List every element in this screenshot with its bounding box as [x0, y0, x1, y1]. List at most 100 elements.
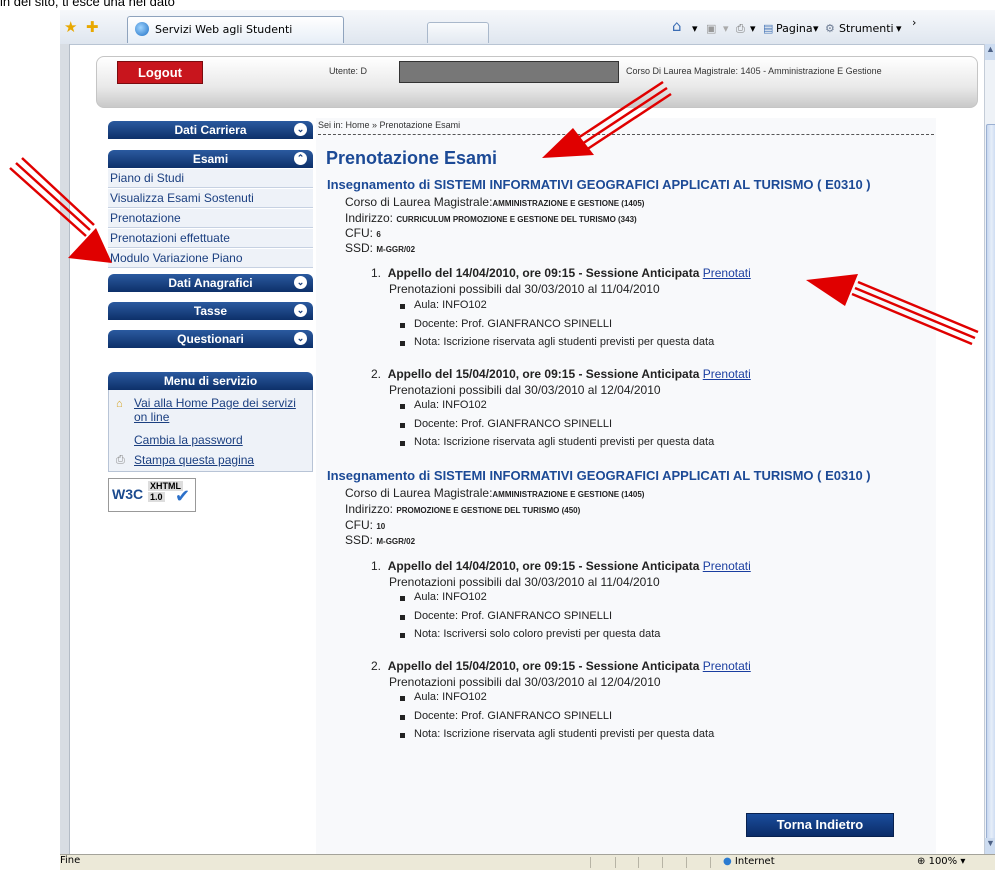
appello-item: 2. Appello del 15/04/2010, ore 09:15 - S…	[371, 367, 751, 381]
value: 10	[376, 522, 386, 531]
menu-dati-anagrafici[interactable]: Dati Anagrafici ⌄	[108, 274, 313, 292]
security-zone: ● Internet	[723, 856, 775, 867]
label: CFU:	[345, 226, 373, 240]
dropdown-icon[interactable]: ▾	[896, 22, 902, 35]
label: Corso di Laurea Magistrale:	[345, 486, 493, 500]
book-exam-link[interactable]: Prenotati	[703, 659, 751, 673]
teacher: Docente: Prof. GIANFRANCO SPINELLI	[399, 710, 613, 722]
scroll-up-icon[interactable]: ▲	[985, 44, 995, 60]
globe-icon: ●	[723, 856, 732, 867]
appello-session: - Sessione Anticipata	[575, 659, 700, 673]
menu-esami[interactable]: Esami ⌃	[108, 150, 313, 168]
logout-button[interactable]: Logout	[117, 61, 203, 84]
menu-tasse[interactable]: Tasse ⌄	[108, 302, 313, 320]
appello-item: 1. Appello del 14/04/2010, ore 09:15 - S…	[371, 266, 751, 280]
home-icon[interactable]: ⌂	[672, 17, 682, 35]
divider	[590, 857, 591, 868]
course-cfu: CFU: 10	[345, 518, 385, 532]
room: Aula: INFO102	[400, 691, 487, 703]
value: AMMINISTRAZIONE E GESTIONE (1405)	[492, 199, 645, 208]
menu-dati-carriera[interactable]: Dati Carriera ⌄	[108, 121, 313, 139]
chevron-right-icon[interactable]: ›	[912, 16, 916, 29]
change-password-link[interactable]: Cambia la password	[134, 433, 243, 447]
sidebar-item-prenotazioni-effettuate[interactable]: Prenotazioni effettuate	[108, 229, 313, 248]
value: CURRICULUM PROMOZIONE E GESTIONE DEL TUR…	[396, 215, 637, 224]
item-number: 2.	[371, 659, 382, 673]
status-bar: Fine ● Internet ⊕ 100% ▾	[60, 854, 995, 870]
favorites-star-icon[interactable]: ★	[64, 18, 77, 36]
book-exam-link[interactable]: Prenotati	[703, 367, 751, 381]
back-button[interactable]: Torna Indietro	[746, 813, 894, 837]
dropdown-icon[interactable]: ▾	[750, 22, 756, 35]
appello-session: - Sessione Anticipata	[575, 367, 700, 381]
booking-window: Prenotazioni possibili dal 30/03/2010 al…	[389, 675, 661, 689]
label: SSD:	[345, 533, 374, 547]
print-icon: ⎙	[116, 454, 125, 466]
value: M-GGR/02	[376, 245, 416, 254]
page-icon[interactable]: ▤	[763, 22, 773, 35]
user-label: Utente: D	[329, 66, 368, 76]
item-number: 1.	[371, 266, 382, 280]
booking-window: Prenotazioni possibili dal 30/03/2010 al…	[389, 282, 660, 296]
ie-page-icon	[135, 22, 149, 36]
book-exam-link[interactable]: Prenotati	[703, 266, 751, 280]
booking-window: Prenotazioni possibili dal 30/03/2010 al…	[389, 383, 661, 397]
left-frame	[60, 44, 70, 854]
divider	[318, 134, 934, 135]
arrow-left	[9, 157, 95, 237]
menu-label: Dati Anagrafici	[168, 276, 253, 290]
home-services-link-cont[interactable]: on line	[134, 410, 169, 424]
browser-tab[interactable]: Servizi Web agli Studenti	[127, 16, 344, 43]
sidebar-item-modulo-variazione[interactable]: Modulo Variazione Piano	[108, 249, 313, 268]
scroll-thumb[interactable]	[986, 124, 995, 846]
appello-item: 2. Appello del 15/04/2010, ore 09:15 - S…	[371, 659, 751, 673]
print-page-link[interactable]: Stampa questa pagina	[134, 453, 254, 467]
item-number: 1.	[371, 559, 382, 573]
book-exam-link[interactable]: Prenotati	[703, 559, 751, 573]
course-ssd: SSD: M-GGR/02	[345, 241, 415, 255]
top-strip: in del sito, ti esce una nel dato	[0, 0, 995, 10]
room: Aula: INFO102	[400, 399, 487, 411]
w3c-xhtml-badge[interactable]: W3C XHTML 1.0 ✔	[108, 478, 196, 512]
value: 6	[376, 230, 381, 239]
add-favorites-icon[interactable]: ✚	[86, 18, 99, 36]
menu-label: Esami	[192, 152, 229, 166]
divider	[615, 857, 616, 868]
vertical-scrollbar[interactable]: ▲ ▼	[984, 44, 995, 854]
dropdown-icon[interactable]: ▾	[692, 22, 698, 35]
course-curriculum: Indirizzo: PROMOZIONE E GESTIONE DEL TUR…	[345, 502, 580, 516]
tools-menu[interactable]: Strumenti	[839, 22, 894, 35]
label: Indirizzo:	[345, 502, 394, 516]
room: Aula: INFO102	[400, 591, 487, 603]
value: M-GGR/02	[376, 537, 416, 546]
service-menu: ⌂ Vai alla Home Page dei servizi on line…	[108, 390, 313, 472]
course-title: Insegnamento di SISTEMI INFORMATIVI GEOG…	[327, 468, 871, 483]
home-icon: ⌂	[116, 398, 123, 410]
scroll-down-icon[interactable]: ▼	[985, 838, 995, 854]
appello-session: - Sessione Anticipata	[575, 559, 700, 573]
menu-questionari[interactable]: Questionari ⌄	[108, 330, 313, 348]
chevron-up-icon: ⌃	[294, 152, 307, 165]
sidebar-item-visualizza-esami[interactable]: Visualizza Esami Sostenuti	[108, 189, 313, 208]
sidebar-item-prenotazione[interactable]: Prenotazione	[108, 209, 313, 228]
new-tab-button[interactable]	[427, 22, 489, 43]
zoom-control[interactable]: ⊕ 100% ▾	[917, 856, 965, 867]
note: Nota: Iscrizione riservata agli studenti…	[399, 336, 715, 348]
chevron-down-icon: ⌄	[294, 276, 307, 289]
sidebar-item-piano-di-studi[interactable]: Piano di Studi	[108, 169, 313, 188]
gear-icon[interactable]: ⚙	[825, 22, 835, 35]
print-icon[interactable]: ⎙	[736, 22, 745, 36]
arrow-left-head	[68, 228, 112, 263]
course-curriculum: Indirizzo: CURRICULUM PROMOZIONE E GESTI…	[345, 211, 637, 225]
zoom-icon: ⊕	[917, 856, 926, 867]
w3c-logo-text: W3C	[112, 486, 144, 502]
page-menu[interactable]: Pagina	[776, 22, 813, 35]
note: Nota: Iscrizione riservata agli studenti…	[399, 436, 715, 448]
home-services-link[interactable]: Vai alla Home Page dei servizi	[134, 396, 296, 410]
course-cfu: CFU: 6	[345, 226, 381, 240]
dropdown-icon[interactable]: ▾	[723, 22, 729, 35]
dropdown-icon[interactable]: ▾	[813, 22, 819, 35]
page-title: Prenotazione Esami	[326, 148, 498, 168]
booking-window: Prenotazioni possibili dal 30/03/2010 al…	[389, 575, 660, 589]
feeds-icon[interactable]: ▣	[706, 22, 716, 35]
